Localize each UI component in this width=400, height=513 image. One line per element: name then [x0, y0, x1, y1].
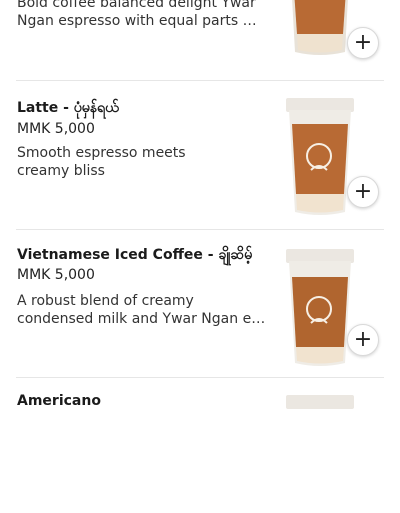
item-name: Americano — [17, 393, 101, 409]
add-to-cart-button[interactable]: + — [347, 27, 379, 59]
item-description: Bold coffee balanced delight Ywar Ngan e… — [17, 0, 267, 29]
coffee-cup-image — [292, 0, 348, 55]
plus-icon: + — [353, 179, 373, 204]
item-description: A robust blend of creamy condensed milk … — [17, 293, 267, 327]
coffee-cup-image — [286, 395, 354, 409]
plus-icon: + — [353, 30, 373, 55]
plus-icon: + — [353, 327, 373, 352]
item-description: Smooth espresso meets creamy bliss — [17, 145, 186, 179]
item-name: Latte - ပုံမှန်ရယ် — [17, 100, 119, 116]
coffee-cup-image — [286, 249, 354, 366]
divider — [16, 229, 384, 230]
item-price: MMK 5,000 — [17, 267, 95, 283]
item-price: MMK 5,000 — [17, 121, 95, 137]
item-name: Vietnamese Iced Coffee - ချိုဆိမ့် — [17, 247, 253, 263]
add-to-cart-button[interactable]: + — [347, 176, 379, 208]
add-to-cart-button[interactable]: + — [347, 324, 379, 356]
divider — [16, 377, 384, 378]
coffee-cup-image — [286, 98, 354, 215]
divider — [16, 80, 384, 81]
